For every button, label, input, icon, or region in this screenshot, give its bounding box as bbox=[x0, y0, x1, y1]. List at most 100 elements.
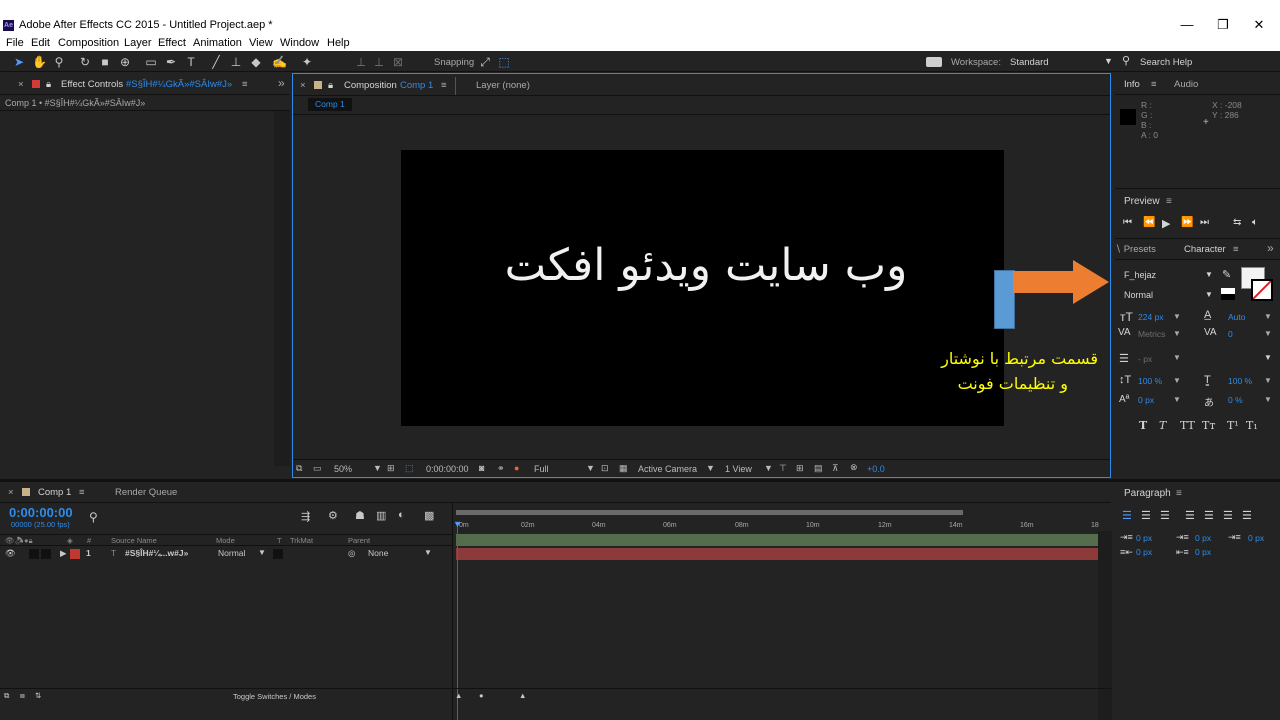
preserve-transparency-toggle[interactable] bbox=[273, 549, 283, 559]
menu-layer[interactable]: Layer bbox=[124, 37, 152, 49]
restore-button[interactable]: ❐ bbox=[1213, 15, 1233, 35]
menu-edit[interactable]: Edit bbox=[31, 37, 50, 49]
exposure-value[interactable]: +0.0 bbox=[867, 464, 885, 474]
all-caps-button[interactable]: TT bbox=[1180, 419, 1195, 432]
indent-left-value[interactable]: 0 px bbox=[1136, 533, 1152, 543]
minimize-button[interactable]: — bbox=[1177, 15, 1197, 35]
font-size-value[interactable]: 224 px bbox=[1138, 312, 1164, 322]
pan-behind-tool-icon[interactable]: ⊕ bbox=[118, 55, 132, 69]
fast-draft-icon[interactable]: ⊞ bbox=[796, 463, 804, 474]
frame-blending-icon[interactable]: ▥ bbox=[376, 509, 386, 522]
previous-frame-icon[interactable]: ⏪ bbox=[1143, 217, 1155, 228]
layer-duration-bar[interactable] bbox=[456, 548, 1098, 560]
tsume-chevron-icon[interactable]: ▼ bbox=[1264, 395, 1272, 404]
channel-icon[interactable]: ● bbox=[514, 463, 519, 473]
comp-duration-bar[interactable] bbox=[456, 534, 1098, 546]
layer-mode-dropdown[interactable]: Normal bbox=[218, 548, 245, 558]
layer-visibility-icon[interactable]: 👁︎ bbox=[5, 548, 16, 559]
pick-whip-icon[interactable]: ◎ bbox=[348, 548, 355, 559]
resolution-chevron-icon[interactable]: ▼ bbox=[586, 463, 595, 473]
zoom-slider[interactable]: ● bbox=[479, 691, 484, 700]
tab-render-queue[interactable]: Render Queue bbox=[115, 487, 177, 498]
menu-help[interactable]: Help bbox=[327, 37, 350, 49]
timeline-timecode[interactable]: 0:00:00:00 bbox=[9, 505, 73, 520]
baseline-shift-chevron-icon[interactable]: ▼ bbox=[1173, 395, 1181, 404]
rectangle-tool-icon[interactable]: ▭ bbox=[144, 55, 158, 69]
table-row[interactable]: 👁︎ ▶ 1 T #S§ÎH#¼...w#J» Normal ▼ ◎ None … bbox=[0, 547, 452, 561]
column-parent[interactable]: Parent bbox=[348, 536, 370, 545]
views-chevron-icon[interactable]: ▼ bbox=[764, 463, 773, 473]
stroke-style-chevron-icon[interactable]: ▼ bbox=[1264, 353, 1272, 362]
timeline-search-icon[interactable]: ⚲ bbox=[89, 510, 98, 524]
in-out-icon[interactable]: ⇅ bbox=[35, 691, 41, 700]
parent-chevron-icon[interactable]: ▼ bbox=[424, 548, 432, 557]
font-family-dropdown[interactable]: F_hejaz bbox=[1124, 270, 1156, 280]
tab-presets[interactable]: ∖ Presets bbox=[1115, 244, 1156, 255]
eraser-tool-icon[interactable]: ◆ bbox=[249, 55, 263, 69]
panel-close-icon[interactable]: × bbox=[18, 79, 24, 90]
timeline-close-icon[interactable]: × bbox=[8, 487, 14, 498]
timeline-menu-icon[interactable]: ≡ bbox=[79, 487, 85, 498]
column-trkmat[interactable]: TrkMat bbox=[290, 536, 313, 545]
zoom-out-icon[interactable]: ▲ bbox=[455, 691, 462, 700]
workspace-dropdown-chevron-icon[interactable]: ▼ bbox=[1104, 56, 1113, 66]
camera-dropdown[interactable]: Active Camera bbox=[638, 464, 697, 474]
axis-local-icon[interactable]: ⟂ bbox=[354, 55, 368, 69]
panel-expand-icon[interactable]: » bbox=[278, 76, 285, 90]
default-colors-icon[interactable] bbox=[1221, 288, 1235, 300]
toggle-switches-modes-button[interactable]: Toggle Switches / Modes bbox=[233, 692, 316, 701]
transparency-grid-icon[interactable]: ▦ bbox=[619, 463, 628, 474]
column-source-name[interactable]: Source Name bbox=[111, 536, 157, 545]
roto-brush-tool-icon[interactable]: ✍ bbox=[272, 55, 287, 69]
views-dropdown[interactable]: 1 View bbox=[725, 464, 752, 474]
composition-menu-icon[interactable]: ≡ bbox=[441, 80, 447, 91]
toggle-pixel-aspect-icon[interactable]: ⊤ bbox=[779, 463, 787, 474]
layer-mode-chevron-icon[interactable]: ▼ bbox=[258, 548, 266, 557]
effect-controls-layer-name[interactable]: #S§ÎH#¼GkÃ»#SÂIw#J» bbox=[126, 79, 232, 90]
tab-effect-controls[interactable]: Effect Controls bbox=[61, 79, 123, 90]
tab-audio[interactable]: Audio bbox=[1174, 79, 1198, 90]
tab-timeline-comp[interactable]: Comp 1 bbox=[38, 487, 71, 498]
justify-left-icon[interactable]: ☰ bbox=[1185, 509, 1195, 522]
font-style-chevron-icon[interactable]: ▼ bbox=[1205, 290, 1213, 299]
zoom-in-icon[interactable]: ▲ bbox=[519, 691, 526, 700]
resolution-dropdown[interactable]: Full bbox=[534, 464, 549, 474]
menu-effect[interactable]: Effect bbox=[158, 37, 186, 49]
zoom-chevron-icon[interactable]: ▼ bbox=[373, 463, 382, 473]
show-snapshot-icon[interactable]: ⚭ bbox=[497, 463, 505, 474]
next-frame-icon[interactable]: ⏩ bbox=[1181, 217, 1193, 228]
zoom-dropdown[interactable]: 50% bbox=[334, 464, 352, 474]
layer-switches-icon[interactable]: ⧉ bbox=[4, 691, 9, 701]
vertical-scale-value[interactable]: 100 % bbox=[1138, 376, 1162, 386]
space-before-value[interactable]: 0 px bbox=[1136, 547, 1152, 557]
graph-editor-icon[interactable]: ▩ bbox=[424, 509, 434, 522]
transfer-controls-icon[interactable]: ⧈ bbox=[20, 691, 25, 701]
font-family-chevron-icon[interactable]: ▼ bbox=[1205, 270, 1213, 279]
playhead-icon[interactable]: ▼ bbox=[453, 519, 462, 529]
indent-right-value[interactable]: 0 px bbox=[1248, 533, 1264, 543]
layer-solo-toggle[interactable] bbox=[29, 549, 39, 559]
horizontal-scale-chevron-icon[interactable]: ▼ bbox=[1264, 376, 1272, 385]
align-center-icon[interactable]: ☰ bbox=[1141, 509, 1151, 522]
axis-world-icon[interactable]: ⟂ bbox=[372, 55, 386, 69]
align-left-icon[interactable]: ☰ bbox=[1122, 509, 1132, 522]
font-size-chevron-icon[interactable]: ▼ bbox=[1173, 312, 1181, 321]
grid-icon[interactable]: ⊞ bbox=[387, 463, 395, 474]
faux-italic-button[interactable]: T bbox=[1159, 419, 1166, 432]
hand-tool-icon[interactable]: ✋ bbox=[32, 55, 47, 69]
faux-bold-button[interactable]: T bbox=[1139, 419, 1147, 432]
loop-icon[interactable]: ⇆ bbox=[1233, 217, 1241, 228]
play-icon[interactable]: ▶ bbox=[1162, 217, 1170, 230]
parent-dropdown[interactable]: None bbox=[368, 548, 388, 558]
workspace-dropdown[interactable]: Standard bbox=[1010, 57, 1049, 68]
composition-name[interactable]: Comp 1 bbox=[400, 80, 433, 91]
rotate-tool-icon[interactable]: ↻ bbox=[78, 55, 92, 69]
work-area-bar[interactable] bbox=[456, 510, 963, 515]
stroke-color-swatch[interactable] bbox=[1251, 279, 1273, 301]
baseline-shift-value[interactable]: 0 px bbox=[1138, 395, 1154, 405]
exposure-icon[interactable]: ⊗ bbox=[850, 462, 858, 473]
last-frame-icon[interactable]: ⏭ bbox=[1200, 217, 1209, 228]
region-of-interest-icon[interactable]: ⬚ bbox=[405, 463, 414, 474]
axis-view-icon[interactable]: ⊠ bbox=[391, 55, 405, 69]
layer-lock-toggle[interactable] bbox=[41, 549, 51, 559]
